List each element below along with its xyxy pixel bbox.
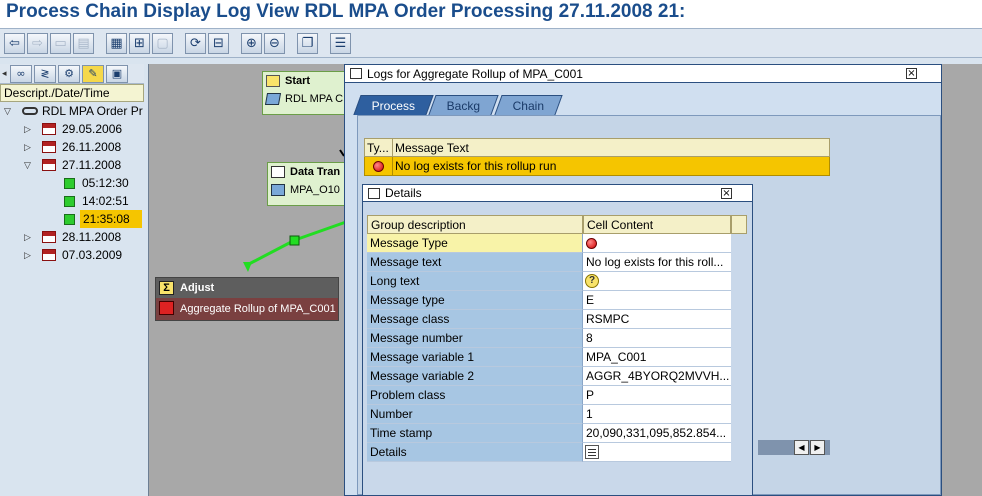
start-node[interactable]: Start RDL MPA C (262, 71, 346, 115)
tab-process[interactable]: Process (353, 95, 434, 115)
help-icon[interactable]: ? (585, 274, 599, 288)
tab-background[interactable]: Backg (428, 95, 500, 115)
adjust-node[interactable]: Σ Adjust Aggregate Rollup of MPA_C001 (155, 277, 339, 321)
sigma-icon: Σ (159, 281, 174, 295)
logs-tabs: Process Backg Chain (353, 95, 563, 115)
dialog-window-icon (350, 68, 362, 79)
details-dialog-caption: Details × (363, 185, 752, 202)
row-group: Message variable 2 (367, 367, 583, 386)
group-description-header[interactable]: Group description (367, 215, 583, 234)
scroll-right-button[interactable]: ▶ (810, 440, 825, 455)
row-group: Message number (367, 329, 583, 348)
row-cell: ? (583, 272, 731, 291)
row-cell: 20,090,331,095,852.854... (583, 424, 731, 443)
row-cell: 1 (583, 405, 731, 424)
details-document-icon[interactable] (585, 445, 599, 459)
close-icon[interactable]: × (721, 188, 732, 199)
error-status-icon (586, 238, 597, 249)
row-group: Details (367, 443, 583, 462)
details-header-row: Group description Cell Content (367, 215, 731, 234)
row-cell (583, 234, 731, 253)
row-cell: RSMPC (583, 310, 731, 329)
row-group: Long text (367, 272, 583, 291)
row-group: Message type (367, 291, 583, 310)
row-group: Number (367, 405, 583, 424)
data-transfer-icon (271, 166, 285, 178)
logs-dialog-title: Logs for Aggregate Rollup of MPA_C001 (367, 67, 583, 81)
cell-content-header[interactable]: Cell Content (583, 215, 731, 234)
start-node-sub: RDL MPA C (263, 90, 345, 108)
connector-line (294, 220, 347, 242)
aggregate-cube-icon (159, 301, 174, 315)
table-side-header (731, 215, 747, 234)
data-node-sub: MPA_O10 (268, 181, 345, 199)
details-row[interactable]: Message class RSMPC (367, 310, 731, 329)
start-node-title: Start (263, 72, 345, 90)
row-group: Time stamp (367, 424, 583, 443)
row-cell: No log exists for this roll... (583, 253, 731, 272)
row-group: Message Type (367, 234, 583, 253)
details-row[interactable]: Details (367, 443, 731, 462)
row-group: Problem class (367, 386, 583, 405)
details-row[interactable]: Problem class P (367, 386, 731, 405)
row-cell: 8 (583, 329, 731, 348)
data-node-title: Data Tran (268, 163, 345, 181)
adjust-node-sub: Aggregate Rollup of MPA_C001 (156, 298, 338, 320)
details-row[interactable]: Message type E (367, 291, 731, 310)
row-group: Message class (367, 310, 583, 329)
adjust-node-title: Σ Adjust (156, 278, 338, 298)
details-row[interactable]: Time stamp 20,090,331,095,852.854... (367, 424, 731, 443)
cube-icon (271, 184, 285, 196)
connector-handle-icon (289, 235, 300, 246)
connector-arrow-icon (243, 262, 252, 272)
error-status-icon (373, 161, 384, 172)
data-transfer-node[interactable]: Data Tran MPA_O10 (267, 162, 346, 206)
log-table: Ty... Message Text No log exists for thi… (364, 138, 830, 176)
details-row[interactable]: Long text ? (367, 272, 731, 291)
log-table-header: Ty... Message Text (364, 138, 830, 157)
start-clock-icon (266, 75, 280, 87)
log-table-row[interactable]: No log exists for this rollup run (364, 157, 830, 176)
details-table: Group description Cell Content Message T… (367, 215, 731, 462)
row-group: Message text (367, 253, 583, 272)
row-cell: E (583, 291, 731, 310)
row-cell: P (583, 386, 731, 405)
row-group: Message variable 1 (367, 348, 583, 367)
col-type-header[interactable]: Ty... (365, 139, 393, 156)
log-type-cell (365, 157, 393, 175)
details-dialog: Details × Group description Cell Content… (362, 184, 753, 496)
logs-dialog-caption: Logs for Aggregate Rollup of MPA_C001 × (345, 65, 941, 83)
tab-chain[interactable]: Chain (494, 95, 563, 115)
details-dialog-title: Details (385, 186, 422, 200)
col-message-header[interactable]: Message Text (393, 139, 829, 156)
details-row[interactable]: Message number 8 (367, 329, 731, 348)
row-cell: AGGR_4BYORQ2MVVH... (583, 367, 731, 386)
details-row[interactable]: Message Type (367, 234, 731, 253)
close-icon[interactable]: × (906, 68, 917, 79)
log-message-cell: No log exists for this rollup run (395, 159, 557, 173)
row-cell (583, 443, 731, 462)
dialog-window-icon (368, 188, 380, 199)
details-row[interactable]: Number 1 (367, 405, 731, 424)
row-cell: MPA_C001 (583, 348, 731, 367)
scroll-left-button[interactable]: ◀ (794, 440, 809, 455)
details-row[interactable]: Message variable 1 MPA_C001 (367, 348, 731, 367)
details-row[interactable]: Message variable 2 AGGR_4BYORQ2MVVH... (367, 367, 731, 386)
cube-icon (264, 93, 282, 105)
details-row[interactable]: Message text No log exists for this roll… (367, 253, 731, 272)
connector-line (248, 238, 296, 266)
